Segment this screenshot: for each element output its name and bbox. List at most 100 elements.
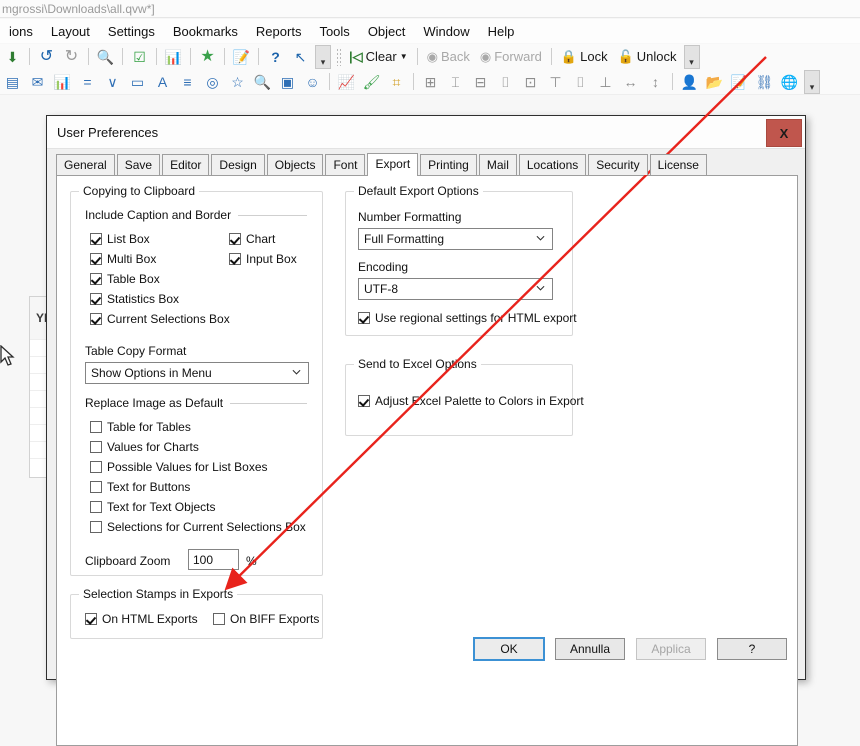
search-icon[interactable]: 🔍: [94, 46, 117, 67]
checkbox-table-for-tables[interactable]: Table for Tables: [90, 420, 191, 434]
toolbar-overflow-button[interactable]: ▾: [683, 44, 700, 69]
chart-wizard-icon[interactable]: 📈: [335, 71, 358, 92]
checkbox-indicator[interactable]: [90, 273, 102, 285]
context-help-icon[interactable]: ↖: [289, 46, 312, 67]
tab-export[interactable]: Export: [367, 153, 419, 176]
unlock-button[interactable]: 🔓 Unlock: [613, 46, 682, 67]
checkbox-indicator[interactable]: [90, 421, 102, 433]
open-document-icon[interactable]: 📂: [703, 71, 726, 92]
menu-item-help[interactable]: Help: [479, 22, 524, 41]
forward-button[interactable]: ◉ Forward: [475, 46, 547, 67]
checkbox-indicator[interactable]: [229, 233, 241, 245]
checkbox-chart[interactable]: Chart: [229, 232, 275, 246]
checkbox-indicator[interactable]: [90, 233, 102, 245]
checkbox-indicator[interactable]: [90, 313, 102, 325]
statistics-box-icon[interactable]: =: [76, 71, 99, 92]
checkbox-indicator[interactable]: [90, 253, 102, 265]
tab-license[interactable]: License: [649, 154, 707, 175]
ok-button[interactable]: OK: [473, 637, 545, 661]
tab-security[interactable]: Security: [588, 154, 648, 175]
slider-object-icon[interactable]: ◎: [201, 71, 224, 92]
custom-object-icon[interactable]: ☺: [301, 71, 324, 92]
menu-item-ions[interactable]: ions: [0, 22, 42, 41]
checkbox-indicator[interactable]: [90, 293, 102, 305]
list-box-icon[interactable]: ≡: [176, 71, 199, 92]
tab-save[interactable]: Save: [116, 154, 161, 175]
redo-icon[interactable]: ↻: [60, 46, 83, 67]
menu-item-tools[interactable]: Tools: [310, 22, 358, 41]
application-menubar[interactable]: ions Layout Settings Bookmarks Reports Tools O…: [0, 19, 860, 43]
button-object-icon[interactable]: ▭: [126, 71, 149, 92]
align-center-icon[interactable]: ⌶: [444, 71, 467, 92]
chevron-down-icon[interactable]: ▼: [400, 52, 408, 61]
quick-chart-icon[interactable]: 📊: [162, 46, 185, 67]
checkbox-indicator[interactable]: [90, 461, 102, 473]
pivot-table-icon[interactable]: ✉: [26, 71, 49, 92]
select-possible-icon[interactable]: ☑: [128, 46, 151, 67]
checkbox-indicator[interactable]: [358, 312, 370, 324]
space-horizontal-icon[interactable]: ↔: [619, 71, 642, 92]
help-button[interactable]: ?: [717, 638, 787, 660]
apply-button[interactable]: Applica: [636, 638, 706, 660]
bookmark-object-icon[interactable]: ☆: [226, 71, 249, 92]
menu-item-bookmarks[interactable]: Bookmarks: [164, 22, 247, 41]
text-object-icon[interactable]: A: [151, 71, 174, 92]
space-vertical-icon[interactable]: ↕: [644, 71, 667, 92]
menu-item-layout[interactable]: Layout: [42, 22, 99, 41]
checkbox-on-biff-exports[interactable]: On BIFF Exports: [213, 612, 319, 626]
lock-button[interactable]: 🔒 Lock: [556, 46, 613, 67]
bar-chart-icon[interactable]: 📊: [51, 71, 74, 92]
grid-icon[interactable]: ⌗: [385, 71, 408, 92]
back-button[interactable]: ◉ Back: [422, 46, 475, 67]
align-left-icon[interactable]: ⊞: [419, 71, 442, 92]
chevron-down-icon[interactable]: [536, 284, 545, 293]
number-formatting-combobox[interactable]: Full Formatting: [358, 228, 553, 250]
table-copy-format-combobox[interactable]: Show Options in Menu: [85, 362, 309, 384]
chevron-down-icon[interactable]: [292, 368, 301, 377]
add-bookmark-icon[interactable]: ★: [196, 46, 219, 67]
checkbox-indicator[interactable]: [213, 613, 225, 625]
menu-item-object[interactable]: Object: [359, 22, 415, 41]
toolbar-grip[interactable]: [336, 47, 341, 66]
chevron-down-icon[interactable]: [536, 234, 545, 243]
menu-item-settings[interactable]: Settings: [99, 22, 164, 41]
toolbar-row-2[interactable]: ▤ ✉ 📊 = ∨ ▭ A ≡ ◎ ☆ 🔍 ▣ ☺ 📈 🖌 ⌗ ⊞ ⌶ ⊟ ⌷ ⊡ ⊤ ⌷ ⊥ ↔ ↕ 👤 📂 📝 ⛓ 🌐 ▾: [0, 69, 860, 95]
cancel-button[interactable]: Annulla: [555, 638, 625, 660]
tab-font[interactable]: Font: [325, 154, 366, 175]
toolbar-overflow-button[interactable]: ▾: [315, 44, 331, 69]
checkbox-text-for-text-objects[interactable]: Text for Text Objects: [90, 500, 216, 514]
checkbox-possible-values-for-list-boxes[interactable]: Possible Values for List Boxes: [90, 460, 268, 474]
undo-icon[interactable]: ↺: [35, 46, 58, 67]
export-to-excel-icon[interactable]: ⬇: [1, 46, 24, 67]
checkbox-list-box[interactable]: List Box: [90, 232, 150, 246]
table-box-icon[interactable]: ▤: [1, 71, 24, 92]
align-bottom-icon[interactable]: ⊥: [594, 71, 617, 92]
clipboard-zoom-input[interactable]: 100: [188, 549, 239, 570]
checkbox-values-for-charts[interactable]: Values for Charts: [90, 440, 199, 454]
checkbox-indicator[interactable]: [358, 395, 370, 407]
checkbox-indicator[interactable]: [90, 441, 102, 453]
toolbar-row-1[interactable]: ⬇ ↺ ↻ 🔍 ☑ 📊 ★ 📝 ? ↖ ▾ |◁ Clear ▼ ◉ Back …: [0, 44, 860, 70]
toolbar-overflow-button[interactable]: ▾: [804, 69, 820, 94]
checkbox-indicator[interactable]: [229, 253, 241, 265]
checkbox-indicator[interactable]: [90, 481, 102, 493]
tab-editor[interactable]: Editor: [162, 154, 210, 175]
edit-document-icon[interactable]: 📝: [728, 71, 751, 92]
checkbox-on-html-exports[interactable]: On HTML Exports: [85, 612, 198, 626]
encoding-combobox[interactable]: UTF-8: [358, 278, 553, 300]
share-icon[interactable]: ⛓: [753, 71, 776, 92]
search-object-icon[interactable]: 🔍: [251, 71, 274, 92]
checkbox-text-for-buttons[interactable]: Text for Buttons: [90, 480, 190, 494]
align-middle-icon[interactable]: ⌷: [569, 71, 592, 92]
checkbox-table-box[interactable]: Table Box: [90, 272, 160, 286]
tab-printing[interactable]: Printing: [420, 154, 477, 175]
checkbox-indicator[interactable]: [85, 613, 97, 625]
tab-general[interactable]: General: [56, 154, 115, 175]
tab-objects[interactable]: Objects: [266, 154, 324, 175]
user-icon[interactable]: 👤: [678, 71, 701, 92]
tab-locations[interactable]: Locations: [518, 154, 587, 175]
format-painter-icon[interactable]: 🖌: [360, 71, 383, 92]
close-icon[interactable]: X: [766, 119, 802, 147]
menu-item-reports[interactable]: Reports: [247, 22, 311, 41]
container-object-icon[interactable]: ▣: [276, 71, 299, 92]
